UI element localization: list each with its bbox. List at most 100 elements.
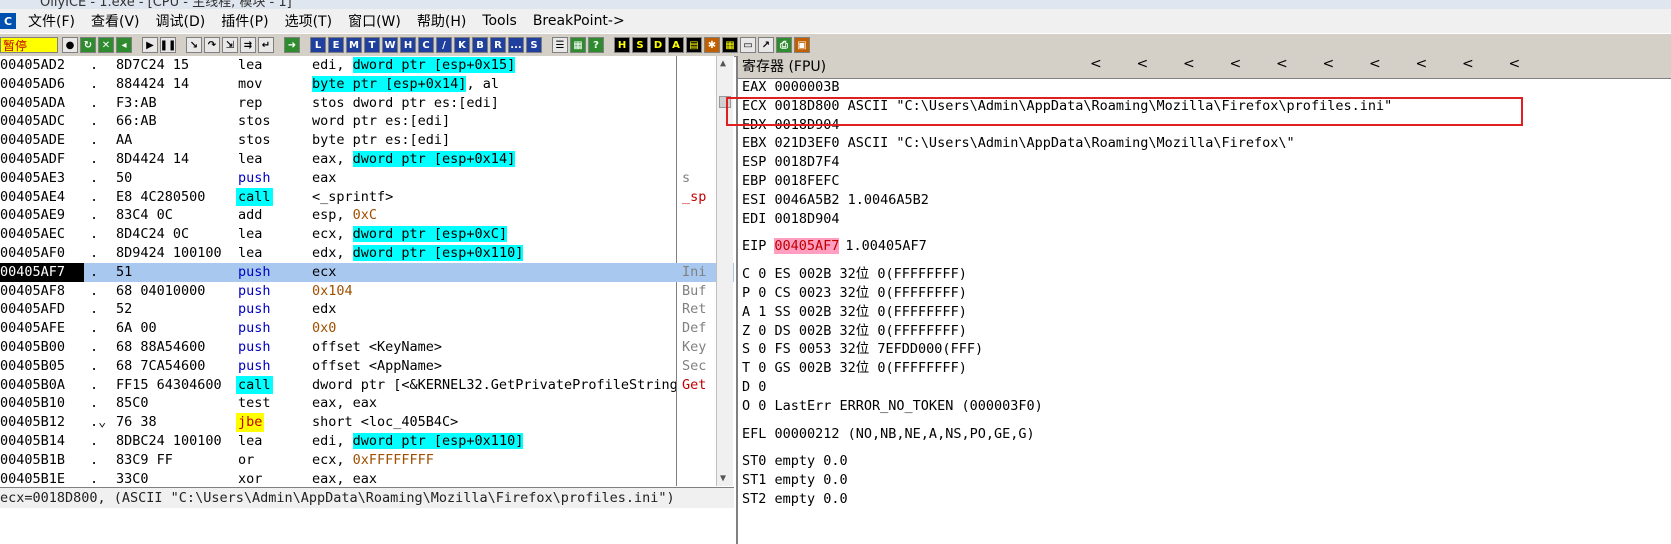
s-icon[interactable]: S [632,37,648,53]
disasm-row[interactable]: 00405AE4. E8 4C280500 call <_sprintf> _sp [0,187,734,207]
cpu-button[interactable]: C [418,37,434,53]
flag-line[interactable]: P 0 CS 0023 32位 0(FFFFFFFF) [742,284,967,303]
disasm-row[interactable]: 00405AF8. 68 04010000 push 0x104 Buf [0,282,734,301]
step-over-icon[interactable]: ↷ [204,37,220,53]
scroll-left-icon[interactable]: < [1416,56,1428,72]
eip-value[interactable]: 00405AF7 [774,238,840,255]
disasm-row[interactable]: 00405B14. 8DBC24 100100 lea edi, dword ptr … [0,432,734,451]
flag-line[interactable]: S 0 FS 0053 32位 7EFDD000(FFF) [742,340,983,359]
registers-pane[interactable]: 寄存器 (FPU) < < < < < < < < < < EAX 0000003B ECX 001… [736,56,1671,544]
disasm-row[interactable]: 00405AD6. 884424 14 mov byte ptr [esp+0x14]… [0,75,734,94]
handles-button[interactable]: H [400,37,416,53]
log-window-button[interactable]: L [310,37,326,53]
disasm-row[interactable]: 00405B00. 68 88A54600 push offset <KeyName>… [0,338,734,357]
fpu-register-line[interactable]: ST1 empty 0.0 [742,471,848,490]
threads-button[interactable]: T [364,37,380,53]
table-icon[interactable]: ▦ [722,37,738,53]
flag-line[interactable]: Z 0 DS 002B 32位 0(FFFFFFFF) [742,322,967,341]
app-icon[interactable]: C [0,13,16,29]
goto-icon[interactable]: ➜ [284,37,300,53]
disasm-row[interactable]: 00405ADE. AA stos byte ptr es:[edi] [0,131,734,150]
disasm-row-selected[interactable]: 00405AF7. 51 push ecx Ini [0,262,734,282]
menu-breakpoint[interactable]: BreakPoint-> [525,13,633,29]
register-line[interactable]: ESP 0018D7F4 [742,153,840,172]
register-eip[interactable]: EIP 00405AF7 1.00405AF7 [742,237,927,256]
register-line[interactable]: EDI 0018D904 [742,210,840,229]
disasm-row[interactable]: 00405AD2. 8D7C24 15 lea edi, dword ptr [esp… [0,56,734,75]
open-icon[interactable]: ● [62,37,78,53]
list-icon[interactable]: ☰ [552,37,568,53]
scroll-up-icon[interactable]: ▲ [720,58,726,69]
flag-line[interactable]: D 0 [742,378,766,397]
register-efl[interactable]: EFL 00000212 (NO,NB,NE,A,NS,PO,GE,G) [742,425,1035,444]
breakpoints-button[interactable]: B [472,37,488,53]
rewind-icon[interactable]: ◂ [116,37,132,53]
register-line[interactable]: EBX 021D3EF0 ASCII "C:\Users\Admin\AppDa… [742,134,1295,153]
disasm-row[interactable]: 00405B1E. 33C0 xor eax, eax [0,470,734,486]
menu-debug[interactable]: 调试(D) [148,11,214,31]
register-line[interactable]: EAX 0000003B [742,78,840,97]
disasm-row[interactable]: 00405B12 .⌄ 76 38 jbe short <loc_405B4C> [0,413,734,432]
disasm-row[interactable]: 00405B05. 68 7CA54600 push offset <AppName>… [0,357,734,376]
scroll-down-icon[interactable]: ▼ [720,473,726,484]
scroll-left-icon[interactable]: < [1369,56,1381,72]
help-icon[interactable]: ? [588,37,604,53]
fpu-register-line[interactable]: ST0 empty 0.0 [742,452,848,471]
h-icon[interactable]: H [614,37,630,53]
close-icon[interactable]: ✕ [98,37,114,53]
a-icon[interactable]: A [668,37,684,53]
menu-help[interactable]: 帮助(H) [409,11,474,31]
scroll-left-icon[interactable]: < [1090,56,1102,72]
call-stack-button[interactable]: K [454,37,470,53]
pause-icon[interactable]: ❚❚ [160,37,176,53]
menu-view[interactable]: 查看(V) [83,11,148,31]
disasm-row[interactable]: 00405AE9. 83C4 0C add esp, 0xC [0,206,734,225]
trace-over-icon[interactable]: ⇉ [240,37,256,53]
fpu-register-line[interactable]: ST2 empty 0.0 [742,490,848,509]
menu-window[interactable]: 窗口(W) [340,11,409,31]
disasm-row[interactable]: 00405ADF. 8D4424 14 lea eax, dword ptr [esp… [0,150,734,169]
windows-button[interactable]: W [382,37,398,53]
memory-button[interactable]: M [346,37,362,53]
scroll-left-icon[interactable]: < [1462,56,1474,72]
scroll-left-icon[interactable]: < [1230,56,1242,72]
registers-title[interactable]: 寄存器 (FPU) [742,56,826,78]
disasm-row[interactable]: 00405B10. 85C0 test eax, eax [0,394,734,413]
menu-options[interactable]: 选项(T) [277,11,340,31]
d-icon[interactable]: D [650,37,666,53]
register-line[interactable]: EBP 0018FEFC [742,172,840,191]
disasm-row[interactable]: 00405AE3. 50 push eax s [0,169,734,188]
print-icon[interactable]: ⎙ [776,37,792,53]
menu-plugins[interactable]: 插件(P) [213,11,276,31]
disasm-row[interactable]: 00405ADA. F3:AB rep stos dword ptr es:[edi] [0,94,734,113]
doc-icon[interactable]: ▭ [740,37,756,53]
disasm-row[interactable]: 00405AEC. 8D4C24 0C lea ecx, dword ptr [esp… [0,225,734,244]
execute-till-return-icon[interactable]: ↵ [258,37,274,53]
book-icon[interactable]: ▤ [686,37,702,53]
disasm-row[interactable]: 00405B0A. FF15 64304600 call dword ptr [<&K… [0,375,734,395]
trace-into-icon[interactable]: ⇲ [222,37,238,53]
scroll-left-icon[interactable]: < [1276,56,1288,72]
flag-line[interactable]: C 0 ES 002B 32位 0(FFFFFFFF) [742,265,967,284]
scroll-left-icon[interactable]: < [1183,56,1195,72]
scroll-left-icon[interactable]: < [1137,56,1149,72]
calc-icon[interactable]: ▣ [794,37,810,53]
scroll-left-icon[interactable]: < [1509,56,1521,72]
modules-button[interactable]: E [328,37,344,53]
restart-icon[interactable]: ↻ [80,37,96,53]
patches-button[interactable]: / [436,37,452,53]
bug-icon[interactable]: ✱ [704,37,720,53]
flag-line[interactable]: A 1 SS 002B 32位 0(FFFFFFFF) [742,303,967,322]
arrow-icon[interactable]: ↗ [758,37,774,53]
disasm-row[interactable]: 00405AFD. 52 push edx Ret [0,300,734,319]
run-trace-button[interactable]: ... [508,37,524,53]
disassembly-pane[interactable]: 00405AD2. 8D7C24 15 lea edi, dword ptr [esp… [0,56,734,486]
disasm-row[interactable]: 00405B1B. 83C9 FF or ecx, 0xFFFFFFFF [0,451,734,470]
disasm-row[interactable]: 00405AF0. 8D9424 100100 lea edx, dword ptr … [0,244,734,263]
flag-line[interactable]: T 0 GS 002B 32位 0(FFFFFFFF) [742,359,967,378]
run-icon[interactable]: ▶ [142,37,158,53]
disasm-row[interactable]: 00405AFE. 6A 00 push 0x0 Def [0,319,734,338]
register-line[interactable]: ESI 0046A5B2 1.0046A5B2 [742,191,929,210]
step-into-icon[interactable]: ↘ [186,37,202,53]
grid-icon[interactable]: ▦ [570,37,586,53]
